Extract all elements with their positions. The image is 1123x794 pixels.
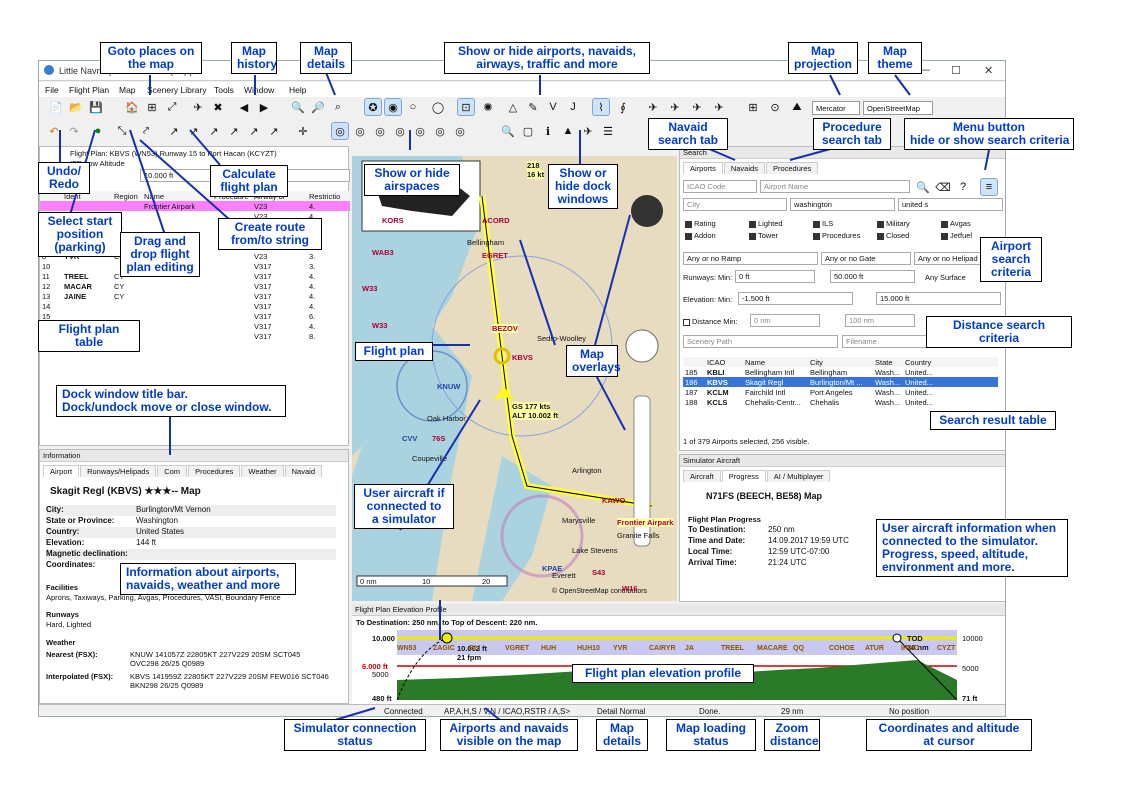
callout-details: Map details — [300, 42, 352, 74]
callout-showhide: Show or hide airports, navaids, airways,… — [444, 42, 650, 74]
callout-navaid-tab: Navaid search tab — [648, 118, 728, 150]
callout-drag: Drag and drop flight plan editing — [120, 232, 200, 277]
callout-distance-criteria: Distance search criteria — [926, 316, 1072, 348]
callout-undo: Undo/ Redo — [38, 162, 90, 194]
callout-coords: Coordinates and altitude at cursor — [866, 719, 1032, 751]
callout-result: Search result table — [930, 411, 1056, 430]
callout-user-info: User aircraft information when connected… — [876, 519, 1068, 577]
callout-route: Create route from/to string — [218, 218, 322, 250]
callout-start: Select start position (parking) — [38, 212, 122, 257]
callout-menu-button: Menu button hide or show search criteria — [904, 118, 1074, 150]
callout-proc-tab: Procedure search tab — [813, 118, 891, 150]
callout-map-details: Map details — [596, 719, 648, 751]
callout-calc: Calculate flight plan — [210, 165, 288, 197]
callout-flight-plan: Flight plan — [355, 342, 433, 361]
callout-zoom: Zoom distance — [764, 719, 820, 751]
callout-airport-criteria: Airport search criteria — [980, 237, 1042, 282]
callout-visible: Airports and navaids visible on the map — [440, 719, 578, 751]
callout-projection: Map projection — [788, 42, 858, 74]
callout-loading: Map loading status — [666, 719, 756, 751]
callout-overlays: Map overlays — [566, 345, 621, 377]
callout-sim-status: Simulator connection status — [284, 719, 426, 751]
callout-theme: Map theme — [868, 42, 922, 74]
callout-elev: Flight plan elevation profile — [572, 664, 754, 683]
callout-fp-table: Flight plan table — [38, 320, 140, 352]
callout-dock: Show or hide dock windows — [548, 164, 618, 209]
callout-dockbar: Dock window title bar. Dock/undock move … — [56, 385, 286, 417]
callout-history: Map history — [231, 42, 277, 74]
callout-user-aircraft: User aircraft if connected to a simulato… — [354, 484, 454, 529]
callout-airspaces: Show or hide airspaces — [364, 164, 460, 196]
callout-goto: Goto places on the map — [100, 42, 202, 74]
callout-info: Information about airports, navaids, wea… — [120, 563, 296, 595]
